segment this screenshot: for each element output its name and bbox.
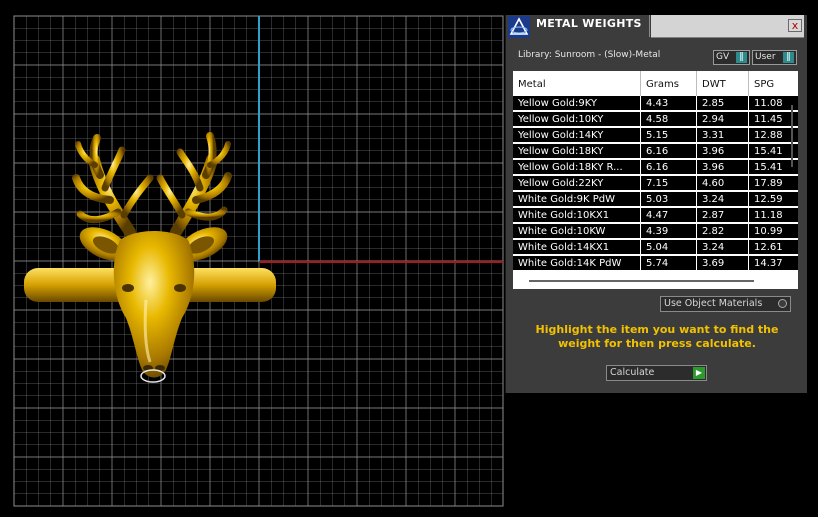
radio-icon[interactable] — [778, 299, 787, 308]
gv-select-value: GV — [716, 52, 730, 62]
table-cell: 6.16 — [641, 160, 697, 175]
table-cell: Yellow Gold:14KY — [513, 128, 641, 143]
panel-title: METAL WEIGHTS — [536, 17, 642, 30]
use-object-materials-label: Use Object Materials — [664, 298, 763, 309]
instructions-text: Highlight the item you want to find the … — [535, 323, 779, 350]
table-cell: White Gold:14K PdW — [513, 256, 641, 271]
table-row[interactable]: Yellow Gold:18KY 6.16 3.96 15.41 — [513, 144, 798, 159]
gv-select[interactable]: GV ‖ — [713, 50, 750, 65]
table-cell: 3.24 — [697, 192, 749, 207]
table-cell: Yellow Gold:9KY — [513, 96, 641, 111]
close-button[interactable]: x — [788, 19, 802, 32]
table-cell: 4.43 — [641, 96, 697, 111]
library-label: Library: Sunroom - (Slow)-Metal — [518, 50, 661, 60]
table-cell: 5.04 — [641, 240, 697, 255]
vertical-scrollbar[interactable] — [791, 105, 793, 167]
table-row[interactable]: Yellow Gold:10KY 4.58 2.94 11.45 — [513, 112, 798, 127]
user-select-value: User — [755, 52, 776, 62]
table-row[interactable]: White Gold:14KX1 5.04 3.24 12.61 — [513, 240, 798, 255]
table-row[interactable]: White Gold:14K PdW 5.74 3.69 14.37 — [513, 256, 798, 271]
calculate-label: Calculate — [610, 367, 655, 378]
table-cell: Yellow Gold:18KY R... — [513, 160, 641, 175]
table-cell: 3.96 — [697, 160, 749, 175]
table-cell: 7.15 — [641, 176, 697, 191]
table-cell: 17.89 — [754, 178, 783, 189]
title-divider — [649, 15, 650, 37]
table-row[interactable]: Yellow Gold:22KY 7.15 4.60 17.89 — [513, 176, 798, 191]
table-cell: 2.85 — [697, 96, 749, 111]
deer-head-ring-model[interactable] — [0, 0, 505, 517]
table-cell: 15.41 — [754, 146, 783, 157]
table-cell: 3.69 — [697, 256, 749, 271]
table-cell: White Gold:10KX1 — [513, 208, 641, 223]
table-cell: 4.60 — [697, 176, 749, 191]
table-cell: White Gold:10KW — [513, 224, 641, 239]
table-cell: Yellow Gold:10KY — [513, 112, 641, 127]
table-cell: Yellow Gold:22KY — [513, 176, 641, 191]
table-cell: 10.99 — [754, 226, 783, 237]
calculate-button[interactable]: Calculate ▶ — [606, 365, 707, 381]
table-cell: 5.74 — [641, 256, 697, 271]
column-header-spg[interactable]: SPG — [749, 71, 798, 96]
user-select[interactable]: User ‖ — [752, 50, 797, 65]
table-cell: 6.16 — [641, 144, 697, 159]
table-cell: 12.61 — [754, 242, 783, 253]
table-cell: 2.87 — [697, 208, 749, 223]
table-cell: 4.47 — [641, 208, 697, 223]
panel-titlebar[interactable]: METAL WEIGHTS x — [506, 15, 807, 39]
table-row[interactable]: White Gold:10KX1 4.47 2.87 11.18 — [513, 208, 798, 223]
app-logo-icon — [508, 16, 530, 38]
metal-weights-panel: METAL WEIGHTS x Library: Sunroom - (Slow… — [505, 15, 807, 393]
table-cell: White Gold:9K PdW — [513, 192, 641, 207]
dropdown-icon: ‖ — [783, 52, 794, 63]
table-row[interactable]: Yellow Gold:14KY 5.15 3.31 12.88 — [513, 128, 798, 143]
table-cell: 5.15 — [641, 128, 697, 143]
table-cell: 11.45 — [754, 114, 783, 125]
table-cell: 2.82 — [697, 224, 749, 239]
table-header: Metal Grams DWT SPG — [513, 71, 798, 96]
table-row[interactable]: Yellow Gold:18KY R... 6.16 3.96 15.41 — [513, 160, 798, 175]
table-cell: White Gold:14KX1 — [513, 240, 641, 255]
table-cell: 5.03 — [641, 192, 697, 207]
metal-weights-table[interactable]: Metal Grams DWT SPG Yellow Gold:9KY 4.43 2… — [513, 71, 798, 289]
table-cell: 15.41 — [754, 162, 783, 173]
column-header-metal[interactable]: Metal — [513, 71, 641, 96]
table-cell: 12.88 — [754, 130, 783, 141]
table-cell: 3.31 — [697, 128, 749, 143]
use-object-materials-toggle[interactable]: Use Object Materials — [660, 296, 791, 312]
table-cell: 11.18 — [754, 210, 783, 221]
table-cell: 4.39 — [641, 224, 697, 239]
table-row[interactable]: Yellow Gold:9KY 4.43 2.85 11.08 — [513, 96, 798, 111]
table-cell: 3.24 — [697, 240, 749, 255]
table-cell: 14.37 — [754, 258, 783, 269]
table-row[interactable]: White Gold:10KW 4.39 2.82 10.99 — [513, 224, 798, 239]
table-cell: 12.59 — [754, 194, 783, 205]
title-strip — [651, 15, 804, 38]
table-cell: Yellow Gold:18KY — [513, 144, 641, 159]
column-header-grams[interactable]: Grams — [641, 71, 697, 96]
play-arrow-icon: ▶ — [693, 367, 705, 379]
table-row[interactable]: White Gold:9K PdW 5.03 3.24 12.59 — [513, 192, 798, 207]
3d-viewport[interactable] — [0, 0, 505, 517]
table-cell: 3.96 — [697, 144, 749, 159]
table-cell: 11.08 — [754, 98, 783, 109]
dropdown-icon: ‖ — [736, 52, 747, 63]
table-cell: 4.58 — [641, 112, 697, 127]
horizontal-scrollbar[interactable] — [529, 280, 754, 282]
table-cell: 2.94 — [697, 112, 749, 127]
column-header-dwt[interactable]: DWT — [697, 71, 749, 96]
